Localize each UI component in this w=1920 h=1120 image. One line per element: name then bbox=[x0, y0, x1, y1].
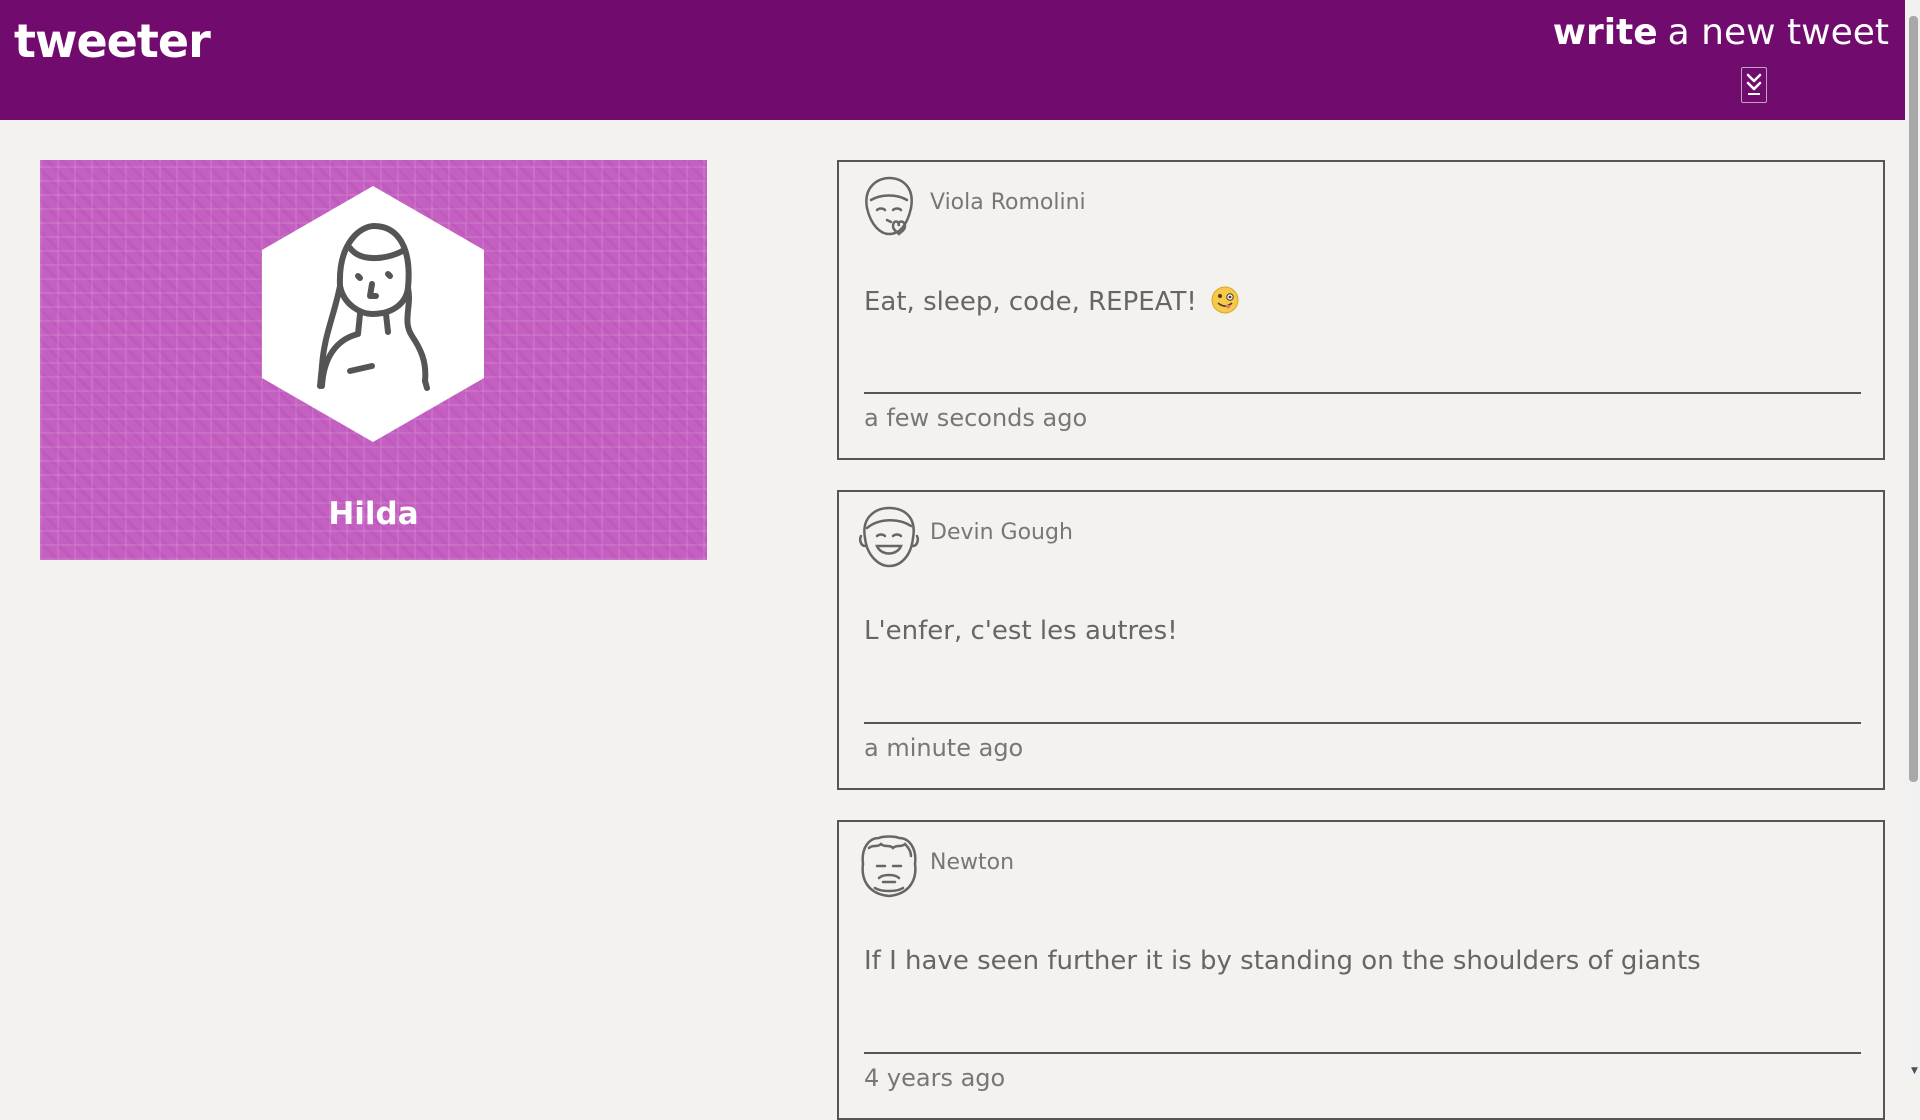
scrollbar-thumb[interactable] bbox=[1909, 16, 1918, 782]
compose-label-bold: write bbox=[1552, 12, 1658, 53]
user-profile-card: Hilda bbox=[40, 160, 707, 560]
tweet-avatar-man-icon bbox=[857, 834, 921, 902]
double-chevron-down-icon bbox=[1746, 73, 1762, 95]
tweet-avatar-boy-icon bbox=[857, 504, 921, 572]
user-avatar-icon bbox=[317, 223, 430, 391]
compose-expand-button[interactable] bbox=[1741, 67, 1767, 103]
tweet-card: Devin Gough L'enfer, c'est les autres! a… bbox=[837, 490, 1885, 790]
tweet-content: Eat, sleep, code, REPEAT! bbox=[864, 286, 1239, 317]
tweet-divider bbox=[864, 392, 1861, 394]
tweet-avatar-girl-icon bbox=[857, 174, 921, 242]
brand-logo[interactable]: tweeter bbox=[14, 14, 211, 68]
tweet-timestamp: a few seconds ago bbox=[864, 404, 1088, 432]
tweet-content: L'enfer, c'est les autres! bbox=[864, 616, 1178, 646]
tweet-timestamp: a minute ago bbox=[864, 734, 1024, 762]
tweet-author[interactable]: Viola Romolini bbox=[930, 190, 1086, 215]
tweet-card: Newton If I have seen further it is by s… bbox=[837, 820, 1885, 1120]
compose-toggle[interactable]: write a new tweet bbox=[1553, 12, 1889, 53]
crazy-face-emoji-icon bbox=[1211, 286, 1239, 314]
avatar-hexagon bbox=[262, 186, 484, 442]
tweet-text: Eat, sleep, code, REPEAT! bbox=[864, 287, 1197, 317]
tweet-text: If I have seen further it is by standing… bbox=[864, 946, 1701, 976]
tweet-author[interactable]: Devin Gough bbox=[930, 520, 1073, 545]
tweet-divider bbox=[864, 1052, 1861, 1054]
tweet-divider bbox=[864, 722, 1861, 724]
tweet-content: If I have seen further it is by standing… bbox=[864, 946, 1701, 976]
scroll-down-arrow-icon[interactable]: ▼ bbox=[1911, 1066, 1918, 1076]
tweet-timestamp: 4 years ago bbox=[864, 1064, 1006, 1092]
tweet-author[interactable]: Newton bbox=[930, 850, 1014, 875]
top-nav-bar: tweeter write a new tweet bbox=[0, 0, 1905, 120]
profile-username: Hilda bbox=[328, 496, 419, 532]
tweet-card: Viola Romolini Eat, sleep, code, REPEAT!… bbox=[837, 160, 1885, 460]
tweet-text: L'enfer, c'est les autres! bbox=[864, 616, 1178, 646]
compose-label: a new tweet bbox=[1667, 12, 1889, 53]
